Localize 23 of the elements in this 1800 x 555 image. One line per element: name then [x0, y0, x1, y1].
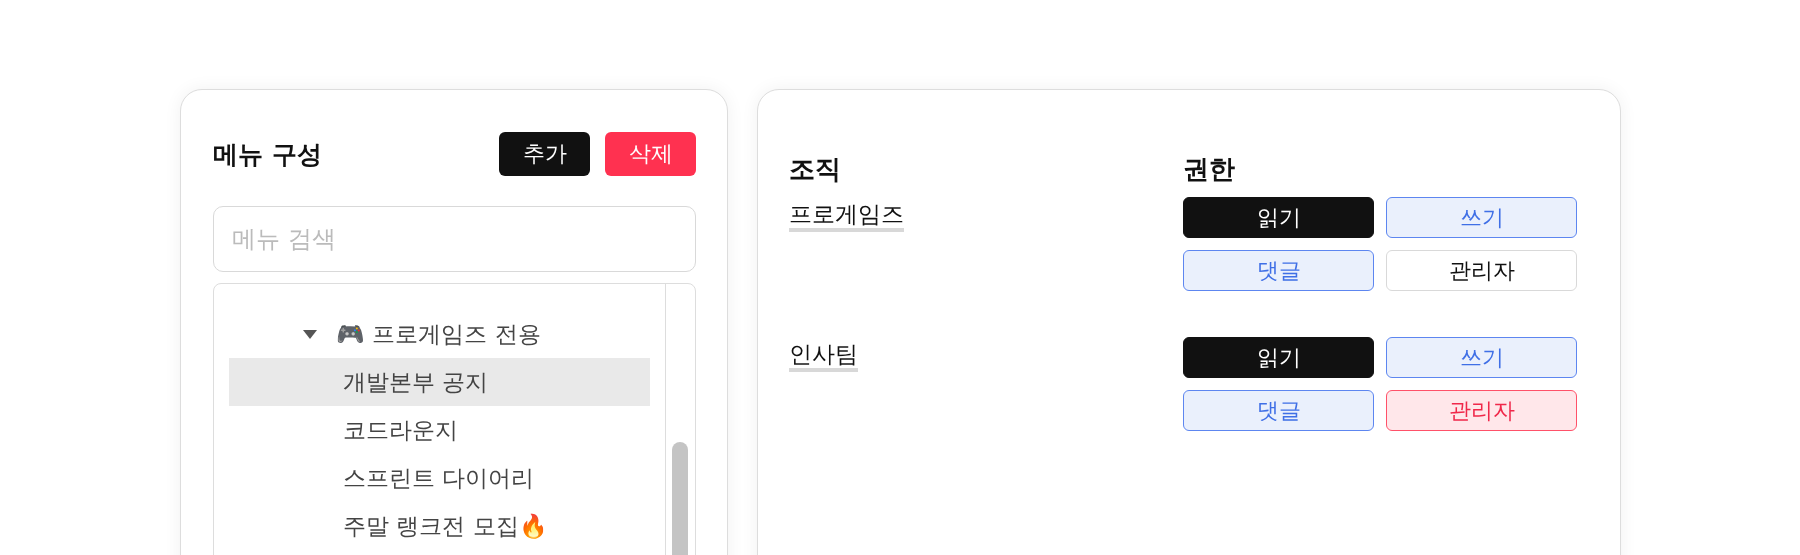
tree-item[interactable]: 주말 랭크전 모집🔥 [229, 502, 650, 550]
permission-toggle[interactable]: 읽기 [1183, 197, 1374, 238]
organization-name: 프로게임즈 [789, 201, 904, 232]
add-button[interactable]: 추가 [499, 132, 590, 176]
tree-item[interactable]: 코드라운지 [229, 406, 650, 454]
permission-toggle[interactable]: 쓰기 [1386, 337, 1577, 378]
caret-icon[interactable] [303, 329, 317, 339]
permission-toggle[interactable]: 쓰기 [1386, 197, 1577, 238]
panel-title: 메뉴 구성 [213, 139, 322, 171]
permission-toggle[interactable]: 읽기 [1183, 337, 1374, 378]
tree-item[interactable]: 개발본부 공지 [229, 358, 650, 406]
permission-toggle[interactable]: 댓글 [1183, 250, 1374, 291]
permission-toggle[interactable]: 댓글 [1183, 390, 1374, 431]
organization-name: 인사팀 [789, 341, 858, 372]
column-header: 조직 [789, 153, 842, 186]
tree-item[interactable]: 스프린트 다이어리 [229, 454, 650, 502]
permission-toggle[interactable]: 관리자 [1386, 250, 1577, 291]
tree-item[interactable]: 🎮 프로게임즈 전용 [229, 310, 650, 358]
permission-toggle[interactable]: 관리자 [1386, 390, 1577, 431]
delete-button[interactable]: 삭제 [605, 132, 696, 176]
tree-item-label: 🎮 프로게임즈 전용 [336, 319, 541, 349]
column-header: 권한 [1183, 153, 1236, 186]
search-field[interactable]: 메뉴 검색 [213, 206, 696, 272]
